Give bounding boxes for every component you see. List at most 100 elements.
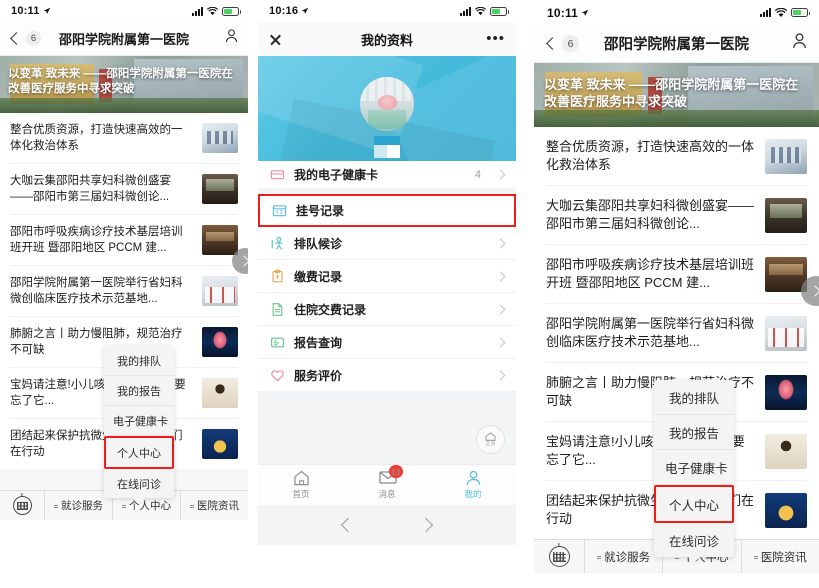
signal-bars-icon bbox=[192, 6, 203, 16]
news-thumbnail bbox=[202, 174, 238, 204]
chevron-left-icon[interactable] bbox=[10, 32, 23, 45]
list-item[interactable]: 邵阳学院附属第一医院举行省妇科微创临床医疗技术示范基地... bbox=[10, 266, 238, 317]
menu-item-label: 排队候诊 bbox=[294, 236, 343, 251]
popup-menu-item-health-card[interactable]: 电子健康卡 bbox=[654, 450, 734, 485]
wx-menu-item-services[interactable]: 就诊服务 bbox=[584, 540, 662, 573]
menu-item-payment-records[interactable]: 缴费记录 bbox=[258, 260, 516, 293]
nav-back-group[interactable]: 6 bbox=[10, 31, 41, 46]
status-time-group: 10:16 bbox=[269, 5, 309, 17]
status-indicators bbox=[192, 6, 241, 16]
news-title: 邵阳市呼吸疾病诊疗技术基层培训班开班 暨邵阳地区 PCCM 建... bbox=[546, 257, 755, 290]
location-arrow-icon bbox=[581, 9, 589, 16]
menu-dots-icon bbox=[54, 503, 58, 508]
news-thumbnail bbox=[765, 138, 807, 174]
list-item[interactable]: 大咖云集邵阳共享妇科微创盛宴——邵阳市第三届妇科微创论... bbox=[546, 186, 807, 245]
menu-item-queue[interactable]: 排队候诊 bbox=[258, 227, 516, 260]
menu-item-report-query[interactable]: 报告查询 bbox=[258, 326, 516, 359]
popup-menu-item-online-consult[interactable]: 在线问诊 bbox=[654, 523, 734, 557]
news-thumbnail bbox=[765, 197, 807, 233]
status-time-group: 10:11 bbox=[11, 5, 51, 17]
more-dots-icon[interactable]: ••• bbox=[486, 31, 505, 46]
nav-bar: 我的资料 ••• bbox=[258, 22, 516, 56]
wechat-popup-menu: 我的排队 我的报告 电子健康卡 个人中心 在线问诊 bbox=[104, 346, 174, 504]
keyboard-icon bbox=[12, 496, 32, 515]
menu-item-health-card[interactable]: 我的电子健康卡 4 bbox=[258, 161, 516, 194]
news-thumbnail bbox=[202, 276, 238, 306]
profile-button[interactable] bbox=[225, 29, 238, 48]
tab-messages[interactable]: 13 消息 bbox=[344, 465, 430, 505]
battery-icon bbox=[490, 6, 509, 16]
popup-menu-item-my-queue[interactable]: 我的排队 bbox=[654, 380, 734, 415]
tab-label: 我的 bbox=[464, 489, 482, 499]
phone-panel-2: 10:16 我的资料 ••• 我的电子健康卡 4 挂号记录 排队候诊 缴费记录 … bbox=[258, 0, 516, 545]
chevron-right-circle-icon bbox=[238, 255, 248, 267]
wx-menu-item-hospital-news[interactable]: 医院资讯 bbox=[180, 491, 248, 520]
news-title: 整合优质资源，打造快速高效的一体化救治体系 bbox=[10, 124, 183, 152]
signal-bars-icon bbox=[760, 8, 771, 17]
keyboard-toggle-button[interactable] bbox=[534, 546, 584, 567]
chevron-right-circle-icon bbox=[809, 285, 819, 297]
logo-bar bbox=[374, 136, 400, 145]
signal-bars-icon bbox=[460, 6, 471, 16]
menu-item-service-rating[interactable]: 服务评价 bbox=[258, 359, 516, 392]
status-time-group: 10:11 bbox=[547, 6, 589, 20]
nav-back-group[interactable]: 6 bbox=[546, 35, 579, 52]
news-title: 邵阳学院附属第一医院举行省妇科微创临床医疗技术示范基地... bbox=[546, 316, 755, 349]
nav-back-badge: 6 bbox=[26, 31, 41, 46]
envelope-wrap: 13 bbox=[378, 465, 403, 486]
news-thumbnail bbox=[202, 123, 238, 153]
popup-menu-item-health-card[interactable]: 电子健康卡 bbox=[104, 406, 174, 436]
nav-back-badge: 6 bbox=[562, 35, 579, 52]
popup-menu-item-personal-center[interactable]: 个人中心 bbox=[654, 485, 734, 523]
tab-home[interactable]: 首页 bbox=[258, 465, 344, 505]
calendar-icon bbox=[272, 205, 287, 217]
popup-menu-item-my-queue[interactable]: 我的排队 bbox=[104, 346, 174, 376]
hero-banner[interactable]: 以变革 致未来 ——邵阳学院附属第一医院在改善医疗服务中寻求突破 bbox=[0, 56, 248, 113]
popup-menu-item-my-report[interactable]: 我的报告 bbox=[654, 415, 734, 450]
chevron-left-icon[interactable] bbox=[340, 517, 356, 533]
menu-item-registration-records[interactable]: 挂号记录 bbox=[258, 194, 516, 227]
tab-mine[interactable]: 我的 bbox=[430, 465, 516, 505]
popup-menu-item-my-report[interactable]: 我的报告 bbox=[104, 376, 174, 406]
news-title: 整合优质资源，打造快速高效的一体化救治体系 bbox=[546, 139, 755, 172]
tab-label: 消息 bbox=[378, 489, 396, 499]
list-item[interactable]: 邵阳市呼吸疾病诊疗技术基层培训班开班 暨邵阳地区 PCCM 建... bbox=[546, 245, 807, 304]
wx-menu-item-hospital-news[interactable]: 医院资讯 bbox=[740, 540, 819, 573]
content-gap: 主页 bbox=[258, 392, 516, 464]
status-time: 10:11 bbox=[11, 5, 40, 17]
list-item[interactable]: 大咖云集邵阳共享妇科微创盛宴——邵阳市第三届妇科微创论... bbox=[10, 164, 238, 215]
status-bar: 10:11 bbox=[0, 0, 248, 22]
chevron-right-icon[interactable] bbox=[418, 517, 434, 533]
menu-dots-icon bbox=[122, 503, 126, 508]
menu-item-label: 我的电子健康卡 bbox=[294, 168, 379, 182]
news-title: 大咖云集邵阳共享妇科微创盛宴——邵阳市第三届妇科微创论... bbox=[10, 175, 171, 203]
list-item[interactable]: 邵阳学院附属第一医院举行省妇科微创临床医疗技术示范基地... bbox=[546, 304, 807, 363]
list-item[interactable]: 整合优质资源，打造快速高效的一体化救治体系 bbox=[546, 127, 807, 186]
profile-button[interactable] bbox=[792, 33, 807, 54]
menu-item-label: 挂号记录 bbox=[296, 204, 345, 218]
keyboard-toggle-button[interactable] bbox=[0, 496, 44, 515]
page-title: 我的资料 bbox=[360, 32, 413, 48]
chevron-left-icon[interactable] bbox=[546, 37, 559, 50]
wifi-icon bbox=[207, 6, 218, 15]
hero-foreground bbox=[0, 98, 248, 113]
report-icon bbox=[271, 337, 284, 347]
screenshot-stage: 10:11 6 邵阳学院附属第一医院 以变革 致未来 ——邵阳学院附属第一医院在… bbox=[0, 0, 819, 588]
battery-icon bbox=[791, 8, 810, 17]
popup-menu-item-personal-center[interactable]: 个人中心 bbox=[104, 436, 174, 469]
bottom-tab-bar: 首页 13 消息 我的 bbox=[258, 464, 516, 505]
list-item[interactable]: 整合优质资源，打造快速高效的一体化救治体系 bbox=[10, 113, 238, 164]
avatar[interactable] bbox=[360, 77, 414, 131]
popup-menu-item-online-consult[interactable]: 在线问诊 bbox=[104, 469, 174, 498]
menu-item-inpatient-payment[interactable]: 住院交费记录 bbox=[258, 293, 516, 326]
news-thumbnail bbox=[765, 315, 807, 351]
wx-menu-item-services[interactable]: 就诊服务 bbox=[44, 491, 112, 520]
menu-dots-icon bbox=[753, 554, 758, 559]
hero-banner[interactable]: 以变革 致未来 ——邵阳学院附属第一医院在改善医疗服务中寻求突破 bbox=[534, 63, 819, 127]
nav-bar: 6 邵阳学院附属第一医院 bbox=[534, 25, 819, 63]
list-item[interactable]: 邵阳市呼吸疾病诊疗技术基层培训班开班 暨邵阳地区 PCCM 建... bbox=[10, 215, 238, 266]
home-float-button[interactable]: 主页 bbox=[476, 425, 505, 454]
news-thumbnail bbox=[202, 378, 238, 408]
person-icon bbox=[466, 470, 480, 486]
home-icon bbox=[485, 432, 496, 441]
